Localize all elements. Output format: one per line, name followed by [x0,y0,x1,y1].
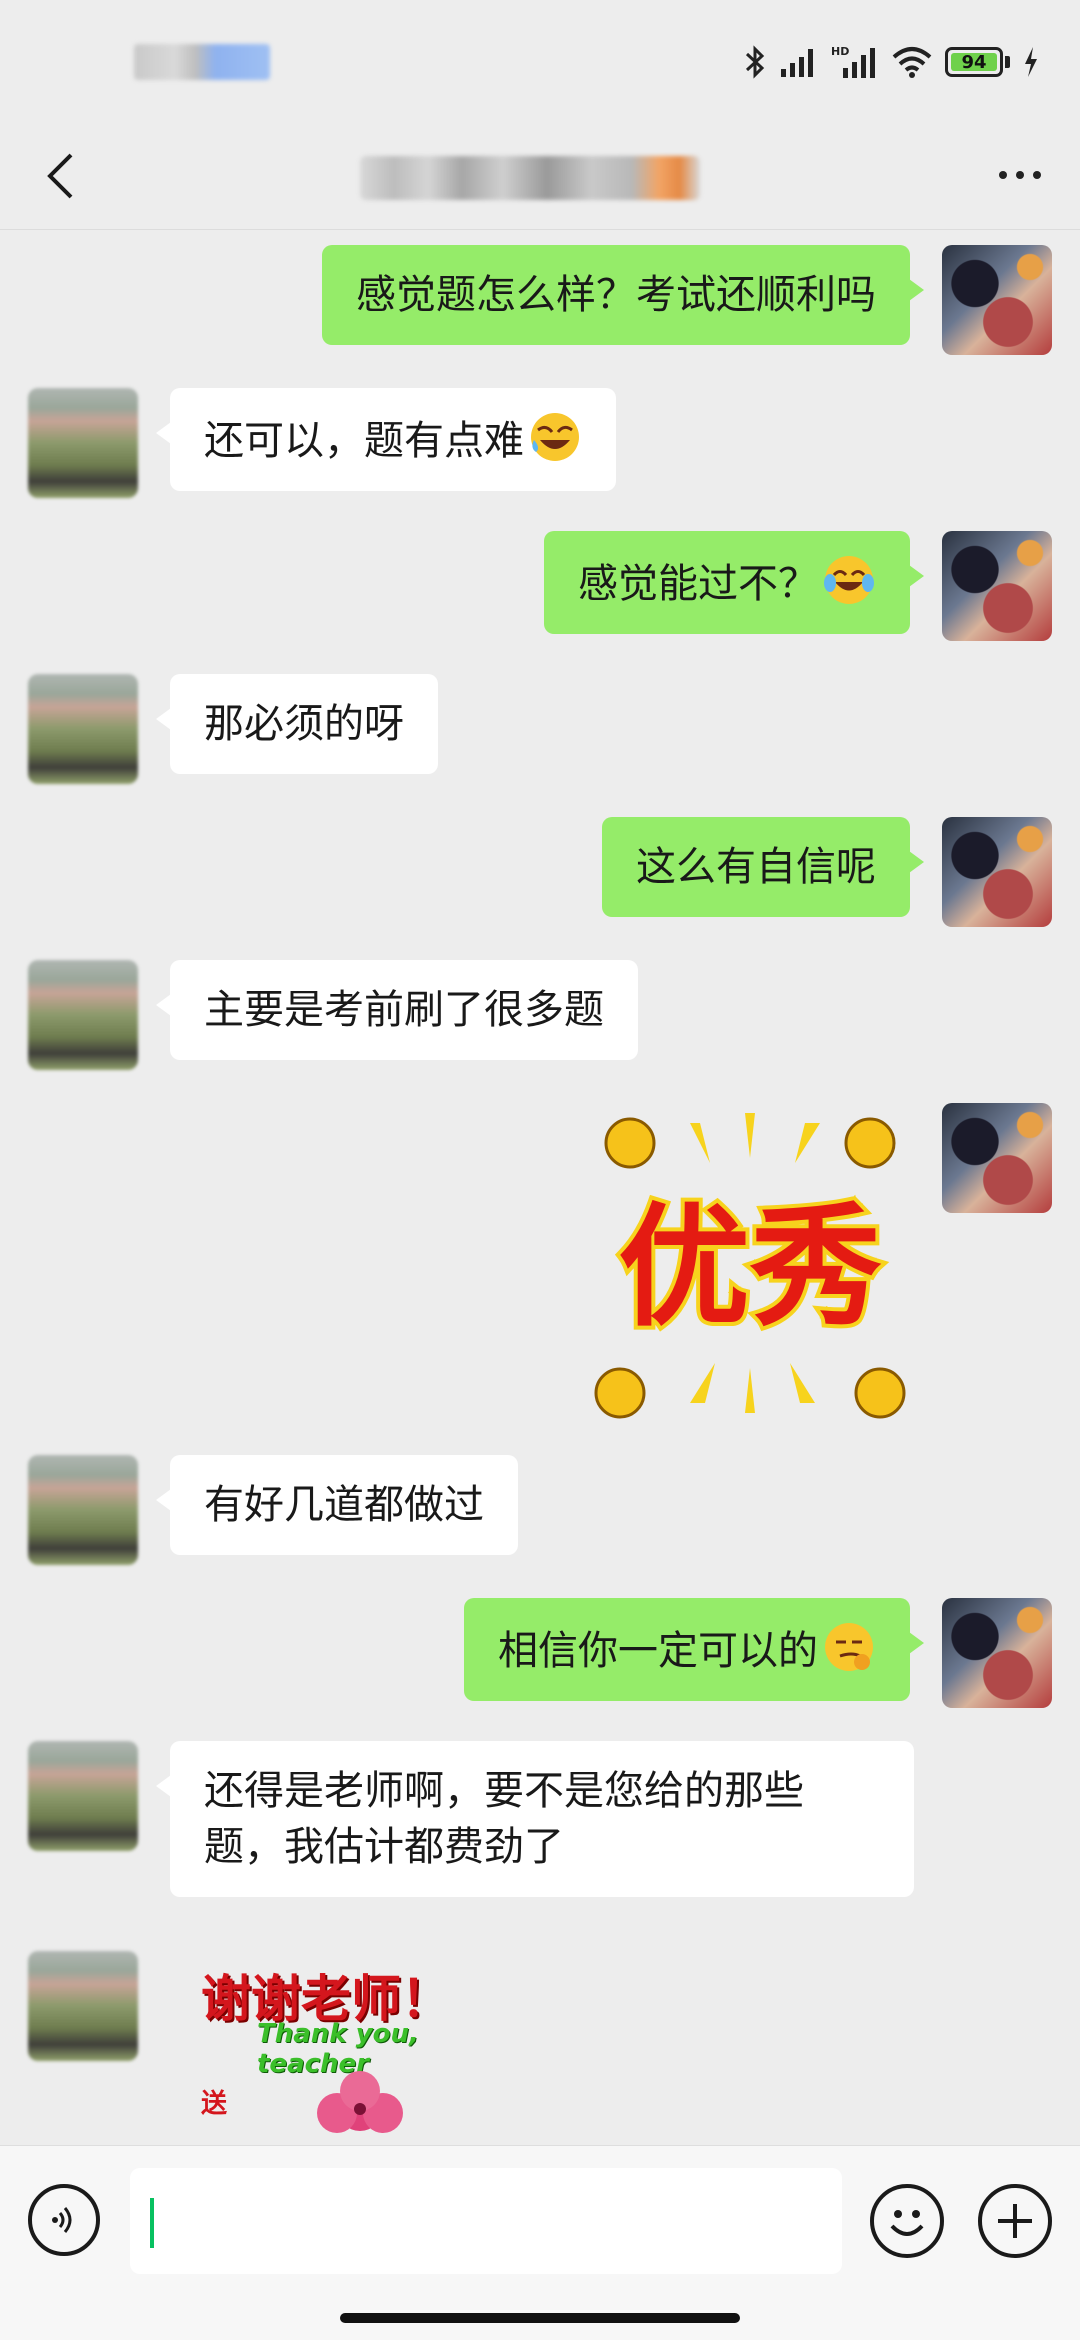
emoji-button[interactable] [870,2184,944,2258]
bluetooth-icon [745,45,765,79]
chevron-left-icon [47,153,73,199]
message-bubble-outgoing[interactable]: 相信你一定可以的 [464,1598,924,1701]
message-row: 那必须的呀 [0,674,1080,794]
signal-icon [781,49,813,77]
emoji-icon [890,2210,924,2236]
message-row: 主要是考前刷了很多题 [0,960,1080,1080]
avatar-contact[interactable] [28,960,138,1070]
message-bubble-incoming[interactable]: 还得是老师啊，要不是您给的那些题，我估计都费劲了 [156,1741,914,1897]
plus-button[interactable] [978,2184,1052,2258]
text-caret [150,2198,154,2248]
battery-level: 94 [951,52,997,73]
status-time-blurred [134,44,270,80]
message-text: 还得是老师啊，要不是您给的那些题，我估计都费劲了 [204,1768,804,1870]
voice-icon [52,2207,72,2233]
avatar-me[interactable] [942,1103,1052,1213]
message-row: 还可以，题有点难 [0,388,1080,508]
charging-icon [1025,47,1037,77]
smirk-emoji [825,1623,873,1671]
sticker-excellent[interactable]: 优秀 [580,1103,920,1433]
sticker-text: 优秀 [618,1191,882,1345]
sticker-thanks-teacher[interactable]: 谢谢老师！ Thank you, teacher 送 [195,1959,515,2145]
message-bubble-incoming[interactable]: 有好几道都做过 [156,1455,518,1555]
message-text: 这么有自信呢 [636,844,876,890]
avatar-contact[interactable] [28,674,138,784]
status-bar: HD 94 [0,0,1080,120]
message-row: 感觉题怎么样？考试还顺利吗 [0,245,1080,365]
message-bubble-incoming[interactable]: 那必须的呀 [156,674,438,774]
avatar-contact[interactable] [28,1455,138,1565]
tears-of-joy-emoji [824,556,874,604]
laughing-sweat-emoji [531,413,579,461]
avatar-me[interactable] [942,1598,1052,1708]
message-text: 那必须的呀 [204,701,404,747]
message-row: 优秀 [0,1103,1080,1443]
svg-text:HD: HD [831,45,849,58]
message-input[interactable] [130,2168,842,2274]
message-row: 感觉能过不？ [0,531,1080,651]
status-icons: HD 94 [743,40,1040,84]
message-bubble-incoming[interactable]: 还可以，题有点难 [156,388,616,491]
home-indicator[interactable] [340,2313,740,2323]
message-text: 还可以，题有点难 [204,418,524,464]
chat-title-blurred [360,156,700,200]
battery-icon: 94 [945,47,1010,77]
flower-icon [317,2071,403,2133]
avatar-me[interactable] [942,245,1052,355]
message-bubble-outgoing[interactable]: 这么有自信呢 [602,817,924,917]
chat-messages[interactable]: 感觉题怎么样？考试还顺利吗 还可以，题有点难 感觉能过不？ 那必须的呀 这么有自… [0,231,1080,2145]
avatar-contact[interactable] [28,1951,138,2061]
message-text: 感觉能过不？ [578,561,818,607]
message-bubble-outgoing[interactable]: 感觉能过不？ [544,531,924,634]
input-bar [0,2145,1080,2340]
message-row: 相信你一定可以的 [0,1598,1080,1718]
hd-signal-icon: HD [831,45,875,78]
back-button[interactable] [32,148,88,204]
message-text: 主要是考前刷了很多题 [204,987,604,1033]
message-text: 有好几道都做过 [204,1482,484,1528]
wifi-icon [892,47,932,78]
plus-icon [998,2204,1032,2238]
message-bubble-incoming[interactable]: 主要是考前刷了很多题 [156,960,638,1060]
message-text: 相信你一定可以的 [498,1628,818,1674]
message-row: 还得是老师啊，要不是您给的那些题，我估计都费劲了 [0,1741,1080,1921]
message-row: 有好几道都做过 [0,1455,1080,1575]
chat-header [0,120,1080,230]
avatar-contact[interactable] [28,1741,138,1851]
voice-button[interactable] [28,2184,100,2256]
avatar-me[interactable] [942,817,1052,927]
avatar-contact[interactable] [28,388,138,498]
more-dots-icon[interactable] [990,150,1050,200]
avatar-me[interactable] [942,531,1052,641]
message-row: 谢谢老师！ Thank you, teacher 送 [0,1951,1080,2145]
message-text: 感觉题怎么样？考试还顺利吗 [356,272,876,318]
message-row: 这么有自信呢 [0,817,1080,937]
message-bubble-outgoing[interactable]: 感觉题怎么样？考试还顺利吗 [322,245,924,345]
sticker-small-text: 送 [201,2089,228,2119]
